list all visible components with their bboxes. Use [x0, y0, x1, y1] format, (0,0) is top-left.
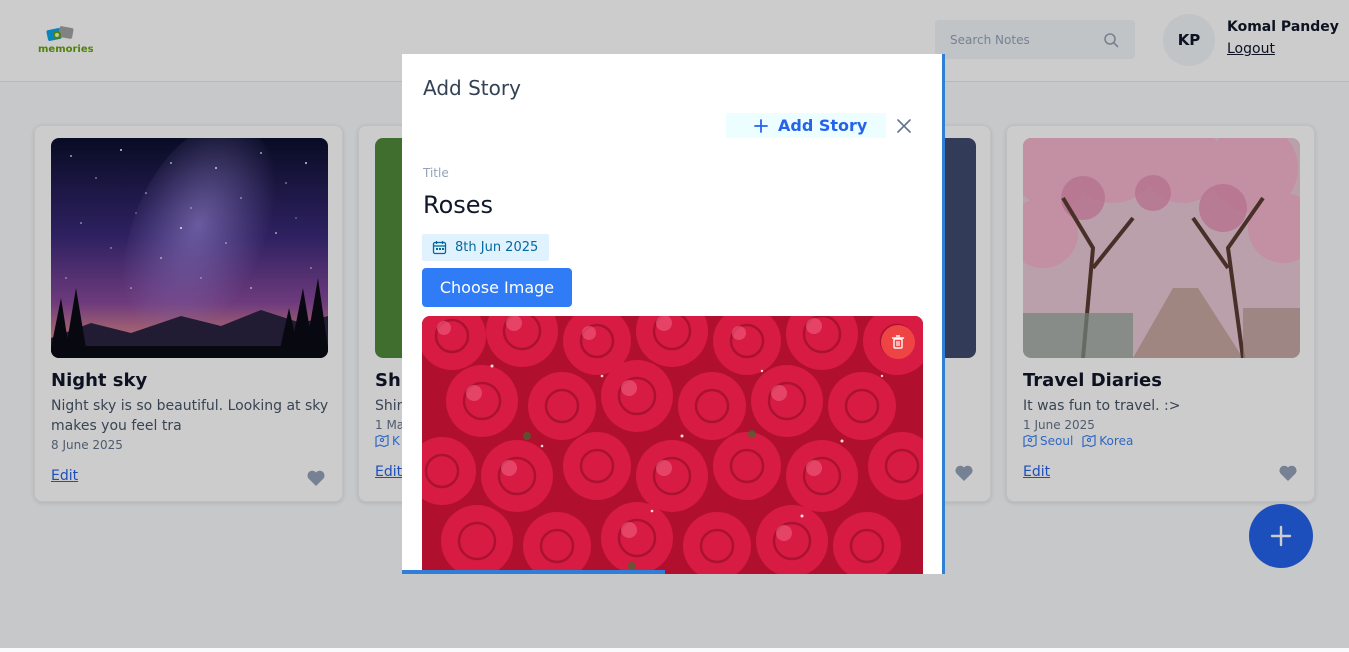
add-story-modal: Add Story Add Story Title 8th Jun 2025 C… — [402, 54, 945, 574]
close-icon[interactable] — [895, 117, 913, 135]
date-label: 8th Jun 2025 — [455, 240, 539, 255]
trash-icon — [891, 335, 905, 349]
title-input[interactable] — [423, 188, 903, 222]
title-label: Title — [423, 166, 449, 180]
modal-scroll-indicator — [402, 570, 665, 574]
modal-title: Add Story — [423, 76, 521, 100]
calendar-icon — [432, 241, 447, 255]
add-story-label: Add Story — [778, 116, 868, 135]
plus-icon — [754, 118, 768, 133]
add-story-button[interactable]: Add Story — [726, 113, 886, 138]
delete-image-button[interactable] — [881, 325, 915, 359]
date-picker-button[interactable]: 8th Jun 2025 — [422, 234, 549, 261]
roses-image — [422, 316, 923, 574]
choose-image-button[interactable]: Choose Image — [422, 268, 572, 307]
page-bottom — [0, 648, 1349, 652]
image-preview — [422, 316, 923, 574]
